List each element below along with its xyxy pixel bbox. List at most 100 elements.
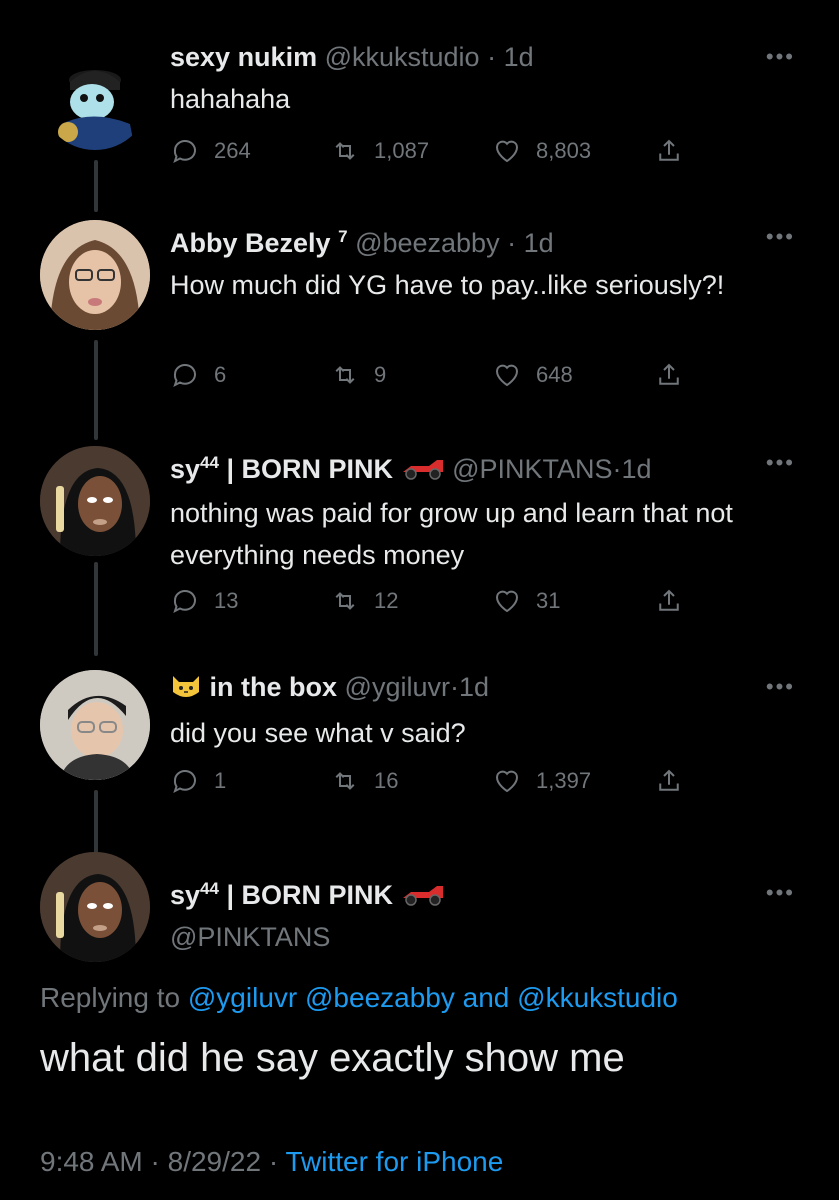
author-name[interactable]: sexy nukim xyxy=(170,42,317,72)
thread-connector xyxy=(94,562,98,656)
heart-icon xyxy=(495,770,519,793)
separator-dot: · xyxy=(487,42,497,72)
reply-icon xyxy=(173,590,196,613)
tweet-text: How much did YG have to pay..like seriou… xyxy=(170,270,725,300)
share-button[interactable] xyxy=(654,360,698,390)
retweet-count: 16 xyxy=(374,768,399,793)
heart-icon xyxy=(495,140,519,163)
avatar[interactable] xyxy=(40,220,150,330)
thread-connector xyxy=(94,790,98,854)
retweet-icon xyxy=(335,592,355,610)
author-name[interactable]: sy xyxy=(170,454,200,484)
retweet-count: 12 xyxy=(374,588,399,613)
share-button[interactable] xyxy=(654,586,698,616)
tweet-source-link[interactable]: Twitter for iPhone xyxy=(285,1146,503,1177)
reply-button[interactable]: 13 xyxy=(170,586,238,616)
tweet-text: did you see what v said? xyxy=(170,718,466,748)
more-options-button[interactable]: ••• xyxy=(766,44,795,70)
share-icon xyxy=(659,769,679,791)
retweet-icon xyxy=(335,142,355,160)
retweet-icon xyxy=(335,772,355,790)
more-options-button[interactable]: ••• xyxy=(766,674,795,700)
tweet-text: hahahaha xyxy=(170,84,291,114)
reply-button[interactable]: 264 xyxy=(170,136,251,166)
author-name-rest[interactable]: | BORN PINK xyxy=(219,454,393,484)
avatar[interactable] xyxy=(40,446,150,556)
avatar-image xyxy=(40,852,150,962)
avatar-image xyxy=(40,220,150,330)
like-count: 8,803 xyxy=(536,138,592,163)
thread-connector xyxy=(94,340,98,440)
more-options-button[interactable]: ••• xyxy=(766,450,795,476)
separator-dot: · xyxy=(507,228,517,258)
avatar[interactable] xyxy=(40,40,150,150)
retweet-count: 9 xyxy=(374,362,387,387)
author-name[interactable]: sy xyxy=(170,880,200,910)
heart-icon xyxy=(495,364,519,387)
tweet-time[interactable]: 1d xyxy=(622,454,652,484)
share-icon xyxy=(659,589,679,611)
racing-car-emoji-icon xyxy=(401,454,445,488)
share-icon xyxy=(659,139,679,161)
like-count: 1,397 xyxy=(536,768,592,793)
tweet-time[interactable]: 1d xyxy=(504,42,534,72)
author-handle[interactable]: @PINKTANS xyxy=(452,454,612,484)
retweet-button[interactable]: 12 xyxy=(330,586,398,616)
author-name[interactable]: Abby Bezely xyxy=(170,228,331,258)
replying-to-line: Replying to @ygiluvr @beezabby and @kkuk… xyxy=(40,982,678,1014)
reply-count: 1 xyxy=(214,768,227,793)
like-button[interactable]: 8,803 xyxy=(492,136,591,166)
reply-icon xyxy=(173,770,196,793)
author-handle[interactable]: @beezabby xyxy=(355,228,500,258)
author-handle[interactable]: @kkukstudio xyxy=(325,42,480,72)
cat-face-emoji-icon xyxy=(170,670,202,708)
share-button[interactable] xyxy=(654,766,698,796)
racing-car-emoji-icon xyxy=(401,880,445,914)
retweet-button[interactable]: 16 xyxy=(330,766,398,796)
share-button[interactable] xyxy=(654,136,698,166)
share-icon xyxy=(659,363,679,385)
author-handle[interactable]: @ygiluvr xyxy=(345,672,450,702)
retweet-count: 1,087 xyxy=(374,138,430,163)
more-options-button[interactable]: ••• xyxy=(766,880,795,906)
and-word: and xyxy=(462,982,510,1013)
avatar-image xyxy=(40,670,150,780)
reply-button[interactable]: 1 xyxy=(170,766,226,796)
reply-count: 264 xyxy=(214,138,251,163)
reply-icon xyxy=(173,140,196,163)
reply-count: 6 xyxy=(214,362,227,387)
tweet-text: nothing was paid for grow up and learn t… xyxy=(170,497,733,570)
like-count: 31 xyxy=(536,588,561,613)
author-name-superscript: 44 xyxy=(200,879,219,898)
author-name-rest[interactable]: | BORN PINK xyxy=(219,880,393,910)
reply-count: 13 xyxy=(214,588,239,613)
reply-button[interactable]: 6 xyxy=(170,360,226,390)
avatar-image xyxy=(58,70,135,150)
mention-link[interactable]: @kkukstudio xyxy=(517,982,678,1013)
author-name-superscript: 44 xyxy=(200,453,219,472)
more-options-button[interactable]: ••• xyxy=(766,224,795,250)
avatar-image xyxy=(40,446,150,556)
mention-link[interactable]: @beezabby xyxy=(305,982,455,1013)
mention-link[interactable]: @ygiluvr xyxy=(188,982,297,1013)
tweet-time[interactable]: 1d xyxy=(524,228,554,258)
like-button[interactable]: 648 xyxy=(492,360,573,390)
like-button[interactable]: 1,397 xyxy=(492,766,591,796)
heart-icon xyxy=(495,590,519,613)
retweet-button[interactable]: 1,087 xyxy=(330,136,429,166)
tweet-date[interactable]: 8/29/22 xyxy=(168,1146,261,1177)
avatar[interactable] xyxy=(40,670,150,780)
retweet-button[interactable]: 9 xyxy=(330,360,386,390)
avatar[interactable] xyxy=(40,852,150,962)
separator-dot: · xyxy=(449,672,459,703)
author-name[interactable]: in the box xyxy=(210,672,338,702)
tweet-time[interactable]: 9:48 AM xyxy=(40,1146,143,1177)
author-handle[interactable]: @PINKTANS xyxy=(170,920,799,954)
main-tweet-text: what did he say exactly show me xyxy=(40,1036,625,1080)
like-button[interactable]: 31 xyxy=(492,586,560,616)
separator-dot: · xyxy=(612,454,622,484)
separator-dot: · xyxy=(150,1146,160,1177)
retweet-icon xyxy=(335,366,355,384)
tweet-time[interactable]: 1d xyxy=(459,672,489,702)
tweet-metadata: 9:48 AM · 8/29/22 · Twitter for iPhone xyxy=(40,1146,503,1178)
